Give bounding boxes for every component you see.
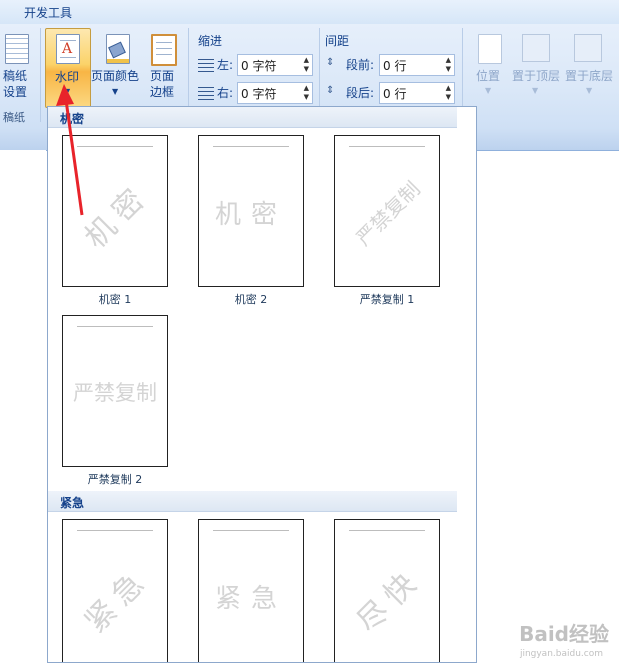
indent-right-value: 0 字符 [241,87,277,101]
page-color-dropdown-icon: ▼ [112,87,119,96]
indent-left-icon [198,58,214,72]
indent-right-field[interactable]: 0 字符 ▲ ▼ [237,82,313,104]
watermark-preview-text: 机密 [214,200,287,231]
watermark-thumbnail[interactable]: 严禁复制 [62,315,168,467]
paint-bucket-icon [106,34,130,64]
position-dropdown-icon: ▼ [485,86,492,95]
watermark-label: 水印 [55,70,80,84]
spin-up-icon[interactable]: ▲ [304,56,309,64]
header-line [77,326,153,327]
header-line [349,530,425,531]
bring-to-front-label: 置于顶层 [512,69,561,83]
site-url: jingyan.baidu.com [519,649,603,659]
page-border-label-line1: 页面 [150,69,175,83]
spacing-after-field[interactable]: 0 行 ▲ ▼ [379,82,455,104]
watermark-thumbnail[interactable]: 尽快 [334,519,440,662]
watermark-thumbnail[interactable]: 紧急 [62,519,168,662]
watermark-preview-text: 严禁复制 [351,176,425,251]
spin-down-icon[interactable]: ▼ [304,93,309,101]
watermark-thumbnail[interactable]: 紧急 [198,519,304,662]
manuscript-label-line2: 设置 [3,85,28,99]
page-border-label-line2: 边框 [150,85,175,99]
spacing-group-title: 间距 [325,34,350,48]
spacing-before-field[interactable]: 0 行 ▲ ▼ [379,54,455,76]
page-border-button[interactable]: 页面 边框 [146,30,182,104]
spin-up-icon[interactable]: ▲ [304,84,309,92]
thumbnail-caption: 严禁复制 2 [87,473,143,486]
header-line [349,146,425,147]
spacing-before-icon: ⇕ [326,57,335,68]
position-icon [478,34,502,64]
spacing-before-value: 0 行 [383,59,407,73]
ribbon-tab-bar: 开发工具 [0,0,619,25]
thumbnail-caption: 严禁复制 1 [359,293,415,306]
spacing-after-label: 段后: [346,86,375,100]
bring-to-front-dropdown-icon: ▼ [532,86,539,95]
thumbnail-caption: 机密 1 [98,293,132,306]
watermark-thumbnail[interactable]: 机密 [62,135,168,287]
spin-down-icon[interactable]: ▼ [446,65,451,73]
manuscript-group-label: 稿纸 [3,111,25,124]
indent-group-title: 缩进 [198,34,223,48]
send-to-back-button[interactable]: 置于底层 ▼ [564,30,619,104]
indent-left-label: 左: [217,58,234,72]
indent-right-icon [198,86,214,100]
spin-down-icon[interactable]: ▼ [446,93,451,101]
send-to-back-dropdown-icon: ▼ [586,86,593,95]
manuscript-grid-icon [5,34,29,64]
page-color-button[interactable]: 页面颜色 ▼ [90,30,144,104]
gallery-category-header: 紧急 [48,491,457,512]
header-line [77,530,153,531]
spin-down-icon[interactable]: ▼ [304,65,309,73]
watermark-preview-text: 紧急 [214,584,287,615]
manuscript-settings-button[interactable]: 稿纸 设置 [0,30,40,104]
watermark-thumbnail[interactable]: 机密 [198,135,304,287]
watermark-preview-text: 紧急 [78,560,157,640]
watermark-preview-text: 尽快 [350,560,429,640]
watermark-thumbnail[interactable]: 严禁复制 [334,135,440,287]
bring-to-front-icon [522,34,550,62]
watermark-preview-text: 严禁复制 [73,381,157,406]
spacing-before-label: 段前: [346,58,375,72]
gallery-category-header: 机密 [48,107,457,128]
send-to-back-label: 置于底层 [565,69,614,83]
indent-right-label: 右: [217,86,234,100]
position-button[interactable]: 位置 ▼ [470,30,510,104]
header-line [213,146,289,147]
page-border-icon [151,34,177,66]
category-title: 机密 [60,112,85,126]
watermark-dropdown-icon: ▼ [64,87,71,96]
site-logo: Baid经验 [519,622,609,646]
watermark-button[interactable]: A 水印 ▼ [45,28,91,108]
spacing-after-icon: ⇕ [326,85,335,96]
document-area [0,150,46,663]
spacing-after-value: 0 行 [383,87,407,101]
header-line [77,146,153,147]
manuscript-label-line1: 稿纸 [3,69,28,83]
position-label: 位置 [476,69,501,83]
indent-left-field[interactable]: 0 字符 ▲ ▼ [237,54,313,76]
bring-to-front-button[interactable]: 置于顶层 ▼ [510,30,564,104]
watermark-gallery[interactable]: 机密 机密 机密 1 机密 机密 2 严禁复制 严禁复制 1 严禁复制 严禁复制 2 紧急 紧急 紧急… [47,106,477,663]
send-to-back-icon [574,34,602,62]
group-separator [40,28,41,122]
header-line [213,530,289,531]
page-color-label: 页面颜色 [91,69,140,83]
indent-left-value: 0 字符 [241,59,277,73]
spin-up-icon[interactable]: ▲ [446,56,451,64]
thumbnail-caption: 机密 2 [234,293,268,306]
watermark-preview-text: 机密 [78,176,157,256]
tab-developer-tools[interactable]: 开发工具 [24,4,72,21]
spin-up-icon[interactable]: ▲ [446,84,451,92]
category-title: 紧急 [60,496,85,510]
watermark-page-icon: A [56,34,80,64]
